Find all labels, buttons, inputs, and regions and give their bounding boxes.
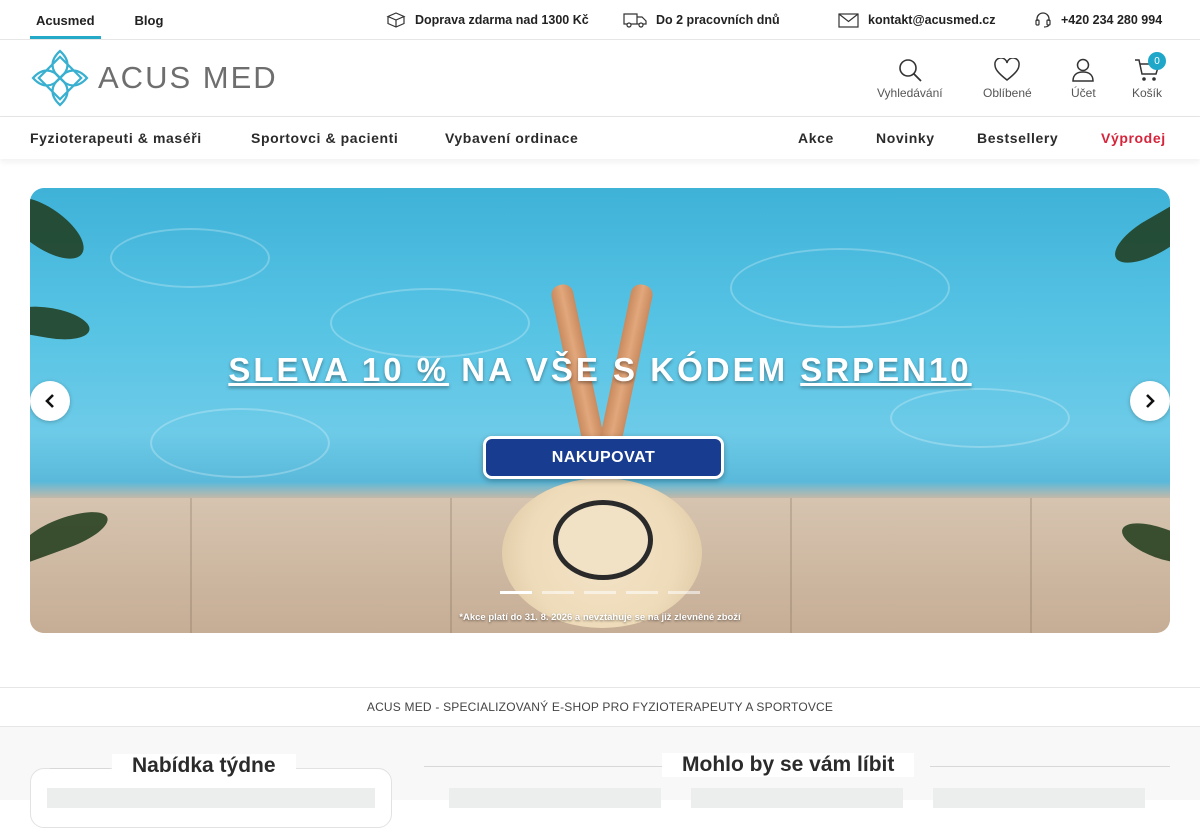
sun-hat-crown [553,500,653,580]
shop-now-button[interactable]: NAKUPOVAT [483,436,724,479]
email-text: kontakt@acusmed.cz [868,13,996,27]
banner-title-discount: SLEVA 10 % [228,351,450,388]
top-bar: Acusmed Blog Doprava zdarma nad 1300 Kč … [0,0,1200,40]
recommended-title: Mohlo by se vám líbit [662,753,915,777]
banner-title-middle: NA VŠE S KÓDEM [461,351,789,388]
nav-item-athletes[interactable]: Sportovci & pacienti [251,117,398,159]
favorites-button[interactable]: Oblíbené [983,58,1032,100]
headset-icon [1035,12,1051,28]
nav-item-bestsellers[interactable]: Bestsellery [977,117,1058,159]
package-icon [386,12,406,28]
hero-banner[interactable]: SLEVA 10 % NA VŠE S KÓDEM SRPEN10 NAKUPO… [30,188,1170,633]
main-nav: Fyzioterapeuti & maséři Sportovci & paci… [0,117,1200,159]
search-icon [898,59,922,82]
palm-leaf [30,188,94,271]
account-label: Účet [1071,86,1096,100]
delivery-info: Do 2 pracovních dnů [623,0,780,40]
prev-slide-button[interactable] [30,381,70,421]
nav-item-new[interactable]: Novinky [876,117,935,159]
logo-icon [31,49,89,107]
free-shipping-info: Doprava zdarma nad 1300 Kč [386,0,589,40]
cart-label: Košík [1132,86,1163,100]
nav-item-clearance[interactable]: Výprodej [1101,117,1166,159]
slide-dot[interactable] [626,591,658,594]
cart-button[interactable]: 0 Košík [1132,52,1167,100]
chevron-left-icon [45,394,54,408]
delivery-text: Do 2 pracovních dnů [656,13,780,27]
section-divider [424,766,662,767]
email-link[interactable]: kontakt@acusmed.cz [838,0,996,40]
mail-icon [838,12,859,28]
banner-disclaimer: *Akce platí do 31. 8. 2026 a nevztahuje … [459,612,741,623]
slide-dot[interactable] [668,591,700,594]
favorites-label: Oblíbené [983,86,1032,100]
palm-leaf [30,301,92,345]
water-ripple [890,388,1070,448]
product-card[interactable] [449,788,661,808]
truck-icon [623,13,647,28]
search-label: Vyhledávání [877,86,943,100]
heart-icon [994,58,1021,81]
logo-text: ACUS MED [98,60,278,95]
water-ripple [330,288,530,358]
week-offer-title: Nabídka týdne [112,754,296,778]
water-ripple [730,248,950,328]
chevron-right-icon [1146,394,1155,408]
top-links: Acusmed Blog [30,0,197,40]
free-shipping-text: Doprava zdarma nad 1300 Kč [415,13,589,27]
slide-indicators [500,591,710,594]
product-card[interactable] [933,788,1145,808]
palm-leaf [1107,197,1170,274]
banner-title-code: SRPEN10 [800,351,972,388]
slide-dot[interactable] [542,591,574,594]
cart-count-badge: 0 [1148,52,1167,70]
phone-text: +420 234 280 994 [1061,13,1163,27]
shop-tagline: ACUS MED - SPECIALIZOVANÝ E-SHOP PRO FYZ… [0,687,1200,727]
logo[interactable]: ACUS MED [30,48,278,108]
product-card[interactable] [691,788,903,808]
slide-dot[interactable] [500,591,532,594]
week-offer-card[interactable] [47,788,375,808]
nav-item-physio[interactable]: Fyzioterapeuti & maséři [30,117,202,159]
water-ripple [150,408,330,478]
user-icon [1072,58,1095,82]
banner-title: SLEVA 10 % NA VŠE S KÓDEM SRPEN10 [30,351,1170,389]
top-link-acusmed[interactable]: Acusmed [30,0,101,40]
account-button[interactable]: Účet [1071,58,1096,100]
section-divider [50,768,110,769]
search-button[interactable]: Vyhledávání [877,58,943,100]
water-ripple [110,228,270,288]
phone-link[interactable]: +420 234 280 994 [1034,0,1162,40]
header: ACUS MED Vyhledávání Oblíbené Účet 0 Koš… [0,40,1200,117]
nav-item-equipment[interactable]: Vybavení ordinace [445,117,578,159]
section-divider [930,766,1170,767]
nav-item-deals[interactable]: Akce [798,117,834,159]
next-slide-button[interactable] [1130,381,1170,421]
top-link-blog[interactable]: Blog [129,0,170,40]
slide-dot[interactable] [584,591,616,594]
